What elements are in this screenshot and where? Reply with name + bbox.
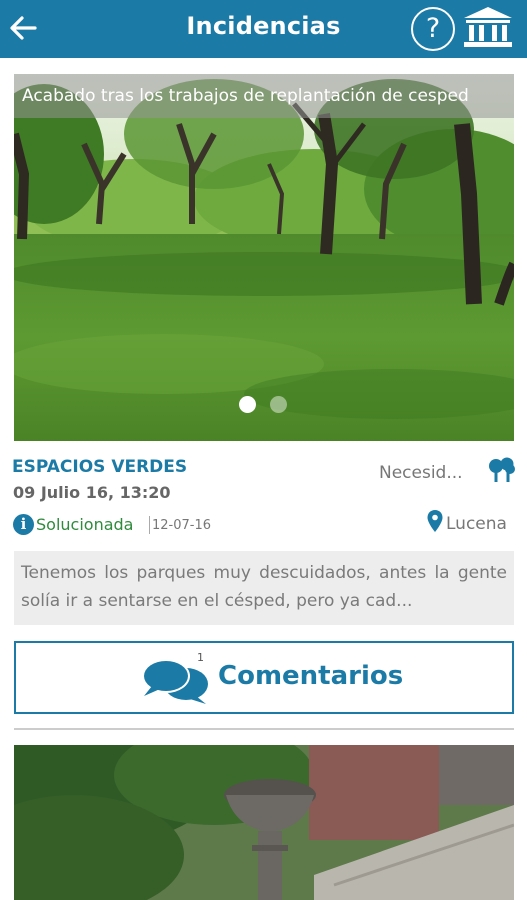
town-hall-icon[interactable]	[462, 5, 514, 49]
trees-icon	[489, 457, 515, 482]
incident-description: Tenemos los parques muy descuidados, ant…	[14, 551, 514, 625]
fountain-photo-image	[14, 745, 514, 900]
comments-label: Comentarios	[218, 661, 404, 691]
carousel-dot-2[interactable]	[270, 396, 287, 413]
status-separator	[149, 516, 150, 534]
next-incident-photo[interactable]	[14, 745, 514, 900]
help-button[interactable]: ?	[411, 7, 455, 51]
info-icon: i	[13, 514, 34, 535]
incident-location: Lucena	[446, 514, 507, 534]
incident-type-label: Necesid...	[379, 463, 463, 483]
carousel-dot-1[interactable]	[239, 396, 256, 413]
map-pin-icon	[427, 510, 443, 532]
photo-caption: Acabado tras los trabajos de replantació…	[14, 74, 514, 118]
incident-category: ESPACIOS VERDES	[12, 457, 188, 477]
park-photo-image	[14, 74, 514, 441]
incident-datetime: 09 Julio 16, 13:20	[13, 483, 171, 502]
status-date: 12-07-16	[152, 518, 212, 533]
card-divider	[14, 728, 514, 730]
comments-button[interactable]: 1 Comentarios	[14, 641, 514, 714]
status-badge: Solucionada	[36, 515, 134, 534]
incident-photo[interactable]: Acabado tras los trabajos de replantació…	[14, 74, 514, 441]
app-bar: Incidencias ?	[0, 0, 527, 58]
comments-count: 1	[197, 651, 204, 664]
